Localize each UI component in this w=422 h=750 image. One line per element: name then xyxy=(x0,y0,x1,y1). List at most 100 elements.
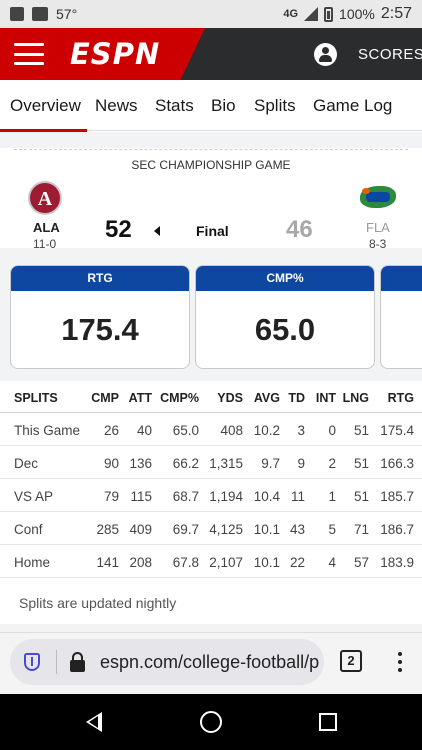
col-yds: YDS xyxy=(217,391,243,405)
cmp-value: 90 xyxy=(103,456,119,471)
splits-note: Splits are updated nightly xyxy=(0,577,422,624)
td-value: 3 xyxy=(297,423,305,438)
espn-logo[interactable]: ESPN xyxy=(70,37,160,71)
game-title: SEC CHAMPIONSHIP GAME xyxy=(131,158,291,172)
stat-card-label: RTG xyxy=(11,266,189,291)
network-label: 4G xyxy=(283,8,299,20)
lng-value: 57 xyxy=(353,555,369,570)
scores-link[interactable]: SCORES xyxy=(358,46,422,63)
tab-game-log[interactable]: Game Log xyxy=(313,96,392,116)
status-bar: 57° 4G 100% 2:57 xyxy=(0,0,422,28)
table-row: Dec 90 136 66.2 1,315 9.7 9 2 51 166.3 xyxy=(0,447,422,479)
col-cmp-pct: CMP% xyxy=(160,391,199,405)
rtg-value: 166.3 xyxy=(380,456,414,471)
att-value: 208 xyxy=(129,555,152,570)
yds-value: 1,194 xyxy=(209,489,243,504)
cmp-pct-value: 68.7 xyxy=(172,489,199,504)
clock: 2:57 xyxy=(380,5,412,22)
avg-value: 9.7 xyxy=(261,456,280,471)
split-label: Conf xyxy=(14,522,43,537)
cmp-pct-value: 66.2 xyxy=(172,456,199,471)
tab-bio[interactable]: Bio xyxy=(211,96,236,116)
user-account-icon[interactable] xyxy=(314,43,337,66)
image-icon xyxy=(32,7,48,21)
splits-note-text: Splits are updated nightly xyxy=(19,595,177,611)
tab-stats[interactable]: Stats xyxy=(155,96,194,116)
main-content: SEC CHAMPIONSHIP GAME A ALA 11-0 52 Fina… xyxy=(0,132,422,632)
int-value: 4 xyxy=(328,555,336,570)
col-td: TD xyxy=(288,391,305,405)
avg-value: 10.4 xyxy=(253,489,280,504)
home-team-record: 11-0 xyxy=(33,237,57,251)
tab-switcher-button[interactable]: 2 xyxy=(340,650,362,672)
avg-value: 10.2 xyxy=(253,423,280,438)
tab-overview[interactable]: Overview xyxy=(0,96,87,132)
shield-icon[interactable] xyxy=(24,653,40,671)
yds-value: 1,315 xyxy=(209,456,243,471)
split-label: Dec xyxy=(14,456,39,471)
lng-value: 71 xyxy=(353,522,369,537)
away-team-record: 8-3 xyxy=(369,237,387,251)
cmp-value: 79 xyxy=(103,489,119,504)
cmp-pct-value: 67.8 xyxy=(172,555,199,570)
yds-value: 2,107 xyxy=(209,555,243,570)
lock-icon[interactable] xyxy=(70,652,85,672)
table-row: Conf 285 409 69.7 4,125 10.1 43 5 71 186… xyxy=(0,513,422,545)
td-value: 9 xyxy=(297,456,305,471)
tab-news[interactable]: News xyxy=(95,96,138,116)
att-value: 40 xyxy=(136,423,152,438)
split-label: This Game xyxy=(14,423,81,438)
cmp-value: 141 xyxy=(96,555,119,570)
int-value: 0 xyxy=(328,423,336,438)
florida-logo xyxy=(360,186,396,208)
td-value: 11 xyxy=(290,489,305,504)
more-menu-icon[interactable] xyxy=(398,652,402,672)
table-row: This Game 26 40 65.0 408 10.2 3 0 51 175… xyxy=(0,414,422,446)
cmp-pct-value: 65.0 xyxy=(172,423,199,438)
td-value: 43 xyxy=(289,522,305,537)
att-value: 136 xyxy=(129,456,152,471)
stat-card-rtg: RTG 175.4 xyxy=(10,265,190,369)
col-att: ATT xyxy=(128,391,152,405)
stat-card-value: 65.0 xyxy=(254,312,316,347)
col-int: INT xyxy=(315,391,336,405)
url-text[interactable]: espn.com/college-football/p xyxy=(100,652,319,673)
rtg-value: 186.7 xyxy=(380,522,414,537)
cmp-value: 26 xyxy=(103,423,119,438)
table-row: VS AP 79 115 68.7 1,194 10.4 11 1 51 185… xyxy=(0,480,422,512)
game-summary[interactable]: SEC CHAMPIONSHIP GAME A ALA 11-0 52 Fina… xyxy=(0,148,422,251)
espn-header: ESPN SCORES xyxy=(0,28,422,80)
away-team-abbr: FLA xyxy=(366,220,390,235)
home-icon[interactable] xyxy=(200,711,222,733)
address-bar[interactable]: espn.com/college-football/p xyxy=(10,639,324,685)
stat-card-label: CMP% xyxy=(196,266,374,291)
alabama-logo: A xyxy=(28,181,62,215)
col-splits: SPLITS xyxy=(14,391,58,405)
att-value: 409 xyxy=(129,522,152,537)
col-lng: LNG xyxy=(342,391,369,405)
td-value: 22 xyxy=(289,555,305,570)
yds-value: 4,125 xyxy=(209,522,243,537)
tab-splits[interactable]: Splits xyxy=(254,96,296,116)
splits-table: SPLITS CMP ATT CMP% YDS AVG TD INT LNG R… xyxy=(0,381,422,578)
player-tabs: Overview News Stats Bio Splits Game Log xyxy=(0,80,422,132)
notification-icon xyxy=(10,7,24,21)
stat-cards[interactable]: RTG 175.4 CMP% 65.0 xyxy=(0,265,422,369)
lng-value: 51 xyxy=(353,423,369,438)
table-header: SPLITS CMP ATT CMP% YDS AVG TD INT LNG R… xyxy=(0,381,422,413)
game-status: Final xyxy=(196,223,229,239)
recent-apps-icon[interactable] xyxy=(319,713,337,731)
stat-card-label xyxy=(381,266,422,291)
stat-card-value: 175.4 xyxy=(61,312,139,347)
rtg-value: 185.7 xyxy=(380,489,414,504)
split-label: VS AP xyxy=(14,489,54,504)
cmp-value: 285 xyxy=(96,522,119,537)
browser-toolbar: espn.com/college-football/p 2 xyxy=(0,632,422,694)
menu-icon[interactable] xyxy=(14,43,44,65)
stat-card-cmp-pct: CMP% 65.0 xyxy=(195,265,375,369)
col-cmp: CMP xyxy=(91,391,119,405)
winner-arrow-icon xyxy=(154,226,160,236)
back-icon[interactable] xyxy=(86,712,102,732)
system-nav-bar xyxy=(0,694,422,750)
signal-icon xyxy=(304,7,319,21)
